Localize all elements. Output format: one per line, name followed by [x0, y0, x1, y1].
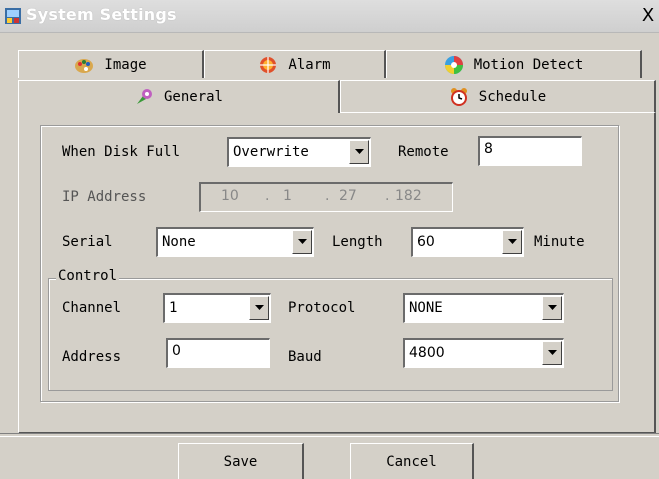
disk-full-value: Overwrite — [233, 144, 309, 160]
ip-dot: . — [385, 188, 390, 204]
baud-value: 4800 — [409, 345, 445, 361]
address-input[interactable]: 0 — [166, 338, 270, 368]
chevron-down-icon[interactable] — [542, 296, 562, 320]
disk-full-select[interactable]: Overwrite — [227, 137, 371, 167]
tab-label: Motion Detect — [473, 56, 584, 73]
serial-select[interactable]: None — [156, 227, 314, 257]
remote-input[interactable]: 8 — [478, 136, 582, 166]
chevron-down-icon[interactable] — [292, 230, 312, 254]
close-icon[interactable]: X — [639, 6, 657, 26]
tab-label: Schedule — [478, 89, 547, 105]
serial-value: None — [162, 234, 196, 250]
channel-select[interactable]: 1 — [163, 293, 271, 323]
tab-general[interactable]: General — [18, 80, 340, 113]
chevron-down-icon[interactable] — [349, 140, 369, 164]
channel-value: 1 — [169, 300, 178, 316]
motion-detect-icon — [444, 55, 464, 75]
chevron-down-icon[interactable] — [542, 341, 562, 365]
general-icon — [134, 87, 154, 107]
protocol-value: NONE — [409, 300, 443, 316]
window-title: System Settings — [26, 5, 177, 24]
tab-label: Image — [104, 56, 147, 73]
length-unit-label: Minute — [534, 234, 585, 250]
tab-motion-detect[interactable]: Motion Detect — [386, 50, 642, 78]
ip-octet-1: 10 — [221, 188, 239, 204]
title-bar: System Settings X — [0, 0, 659, 33]
chevron-down-icon[interactable] — [502, 230, 522, 254]
save-button[interactable]: Save — [178, 443, 304, 479]
image-palette-icon — [74, 55, 94, 75]
channel-label: Channel — [62, 300, 122, 316]
serial-label: Serial — [62, 234, 113, 250]
ip-address-field: 10 . 1 . 27 . 182 — [199, 182, 453, 212]
ip-octet-2: 1 — [283, 188, 292, 204]
alarm-icon — [258, 55, 278, 75]
length-select[interactable]: 60 — [411, 227, 524, 257]
disk-full-label: When Disk Full — [62, 144, 181, 160]
protocol-select[interactable]: NONE — [403, 293, 564, 323]
tab-label: General — [163, 89, 223, 105]
tab-schedule[interactable]: Schedule — [340, 80, 656, 113]
tab-alarm[interactable]: Alarm — [204, 50, 386, 78]
tab-image[interactable]: Image — [18, 50, 204, 78]
address-label: Address — [62, 349, 122, 365]
remote-label: Remote — [398, 144, 449, 160]
ip-address-label: IP Address — [62, 189, 147, 205]
length-label: Length — [332, 234, 383, 250]
button-bar-separator — [0, 433, 659, 437]
ip-dot: . — [265, 188, 270, 204]
ip-dot: . — [325, 188, 330, 204]
length-value: 60 — [417, 234, 435, 250]
app-icon — [4, 7, 22, 25]
control-legend: Control — [56, 268, 120, 284]
ip-octet-4: 182 — [395, 188, 422, 204]
chevron-down-icon[interactable] — [249, 296, 269, 320]
protocol-label: Protocol — [288, 300, 356, 316]
baud-label: Baud — [288, 349, 322, 365]
ip-octet-3: 27 — [339, 188, 357, 204]
baud-select[interactable]: 4800 — [403, 338, 564, 368]
schedule-clock-icon — [449, 87, 469, 107]
cancel-button[interactable]: Cancel — [350, 443, 474, 479]
tab-label: Alarm — [288, 56, 331, 73]
